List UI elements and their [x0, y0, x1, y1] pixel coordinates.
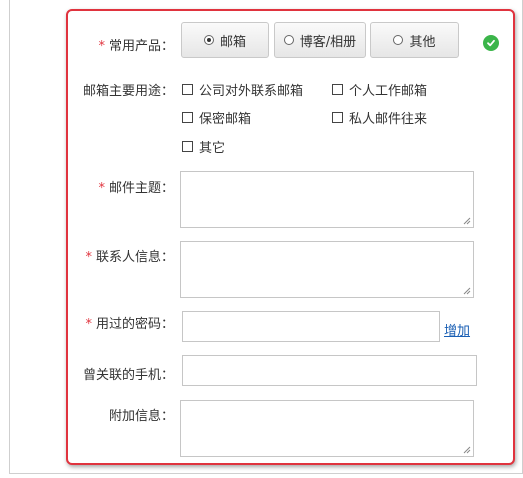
mailbox-usage-label: 邮箱主要用途：	[82, 84, 174, 99]
checkbox-icon	[182, 84, 193, 95]
form-panel	[66, 9, 515, 465]
resize-grip-icon[interactable]	[463, 287, 471, 295]
contact-info-label-text: 联系人信息：	[95, 250, 174, 265]
checkbox-icon	[332, 84, 343, 95]
extra-info-label: 附加信息：	[108, 409, 174, 424]
linked-phone-label: 曾关联的手机：	[82, 368, 174, 383]
usage-option-other-label: 其它	[199, 141, 226, 156]
product-option-mailbox[interactable]: 邮箱	[181, 22, 269, 58]
product-option-blog[interactable]: 博客/相册	[274, 22, 366, 58]
contact-info-textarea[interactable]	[180, 241, 474, 298]
contact-info-label: * 联系人信息：	[85, 246, 174, 265]
usage-option-private-mail-label: 私人邮件往来	[349, 112, 428, 127]
add-password-link[interactable]: 增加	[444, 320, 470, 339]
required-mark: *	[98, 181, 105, 196]
used-password-input[interactable]	[182, 311, 440, 342]
used-password-label-text: 用过的密码：	[95, 317, 174, 332]
usage-option-confidential[interactable]: 保密邮箱	[182, 108, 251, 127]
usage-option-company[interactable]: 公司对外联系邮箱	[182, 80, 303, 99]
check-circle-icon	[483, 35, 499, 51]
required-mark: *	[85, 317, 92, 332]
product-option-mailbox-label: 邮箱	[219, 34, 246, 50]
extra-info-textarea[interactable]	[180, 400, 474, 457]
linked-phone-input[interactable]	[182, 355, 477, 386]
usage-option-personal-work[interactable]: 个人工作邮箱	[332, 80, 427, 99]
usage-option-company-label: 公司对外联系邮箱	[199, 84, 304, 99]
product-option-other[interactable]: 其他	[370, 22, 459, 58]
radio-unchecked-icon	[283, 35, 294, 45]
mail-subject-label-text: 邮件主题：	[108, 181, 174, 196]
product-option-blog-label: 博客/相册	[299, 34, 357, 50]
required-mark: *	[98, 39, 105, 54]
checkbox-icon	[182, 141, 193, 152]
mail-subject-textarea[interactable]	[180, 171, 474, 228]
common-product-label-text: 常用产品：	[108, 39, 174, 54]
radio-checked-icon	[203, 35, 214, 45]
common-product-label: * 常用产品：	[98, 35, 174, 54]
checkbox-icon	[182, 112, 193, 123]
usage-option-personal-work-label: 个人工作邮箱	[349, 84, 428, 99]
usage-option-confidential-label: 保密邮箱	[199, 112, 252, 127]
resize-grip-icon[interactable]	[463, 446, 471, 454]
resize-grip-icon[interactable]	[463, 217, 471, 225]
usage-option-private-mail[interactable]: 私人邮件往来	[332, 108, 427, 127]
usage-option-other[interactable]: 其它	[182, 137, 225, 156]
product-option-other-label: 其他	[409, 34, 436, 50]
required-mark: *	[85, 250, 92, 265]
mail-subject-label: * 邮件主题：	[98, 177, 174, 196]
radio-unchecked-icon	[393, 35, 404, 45]
checkbox-icon	[332, 112, 343, 123]
used-password-label: * 用过的密码：	[85, 313, 174, 332]
